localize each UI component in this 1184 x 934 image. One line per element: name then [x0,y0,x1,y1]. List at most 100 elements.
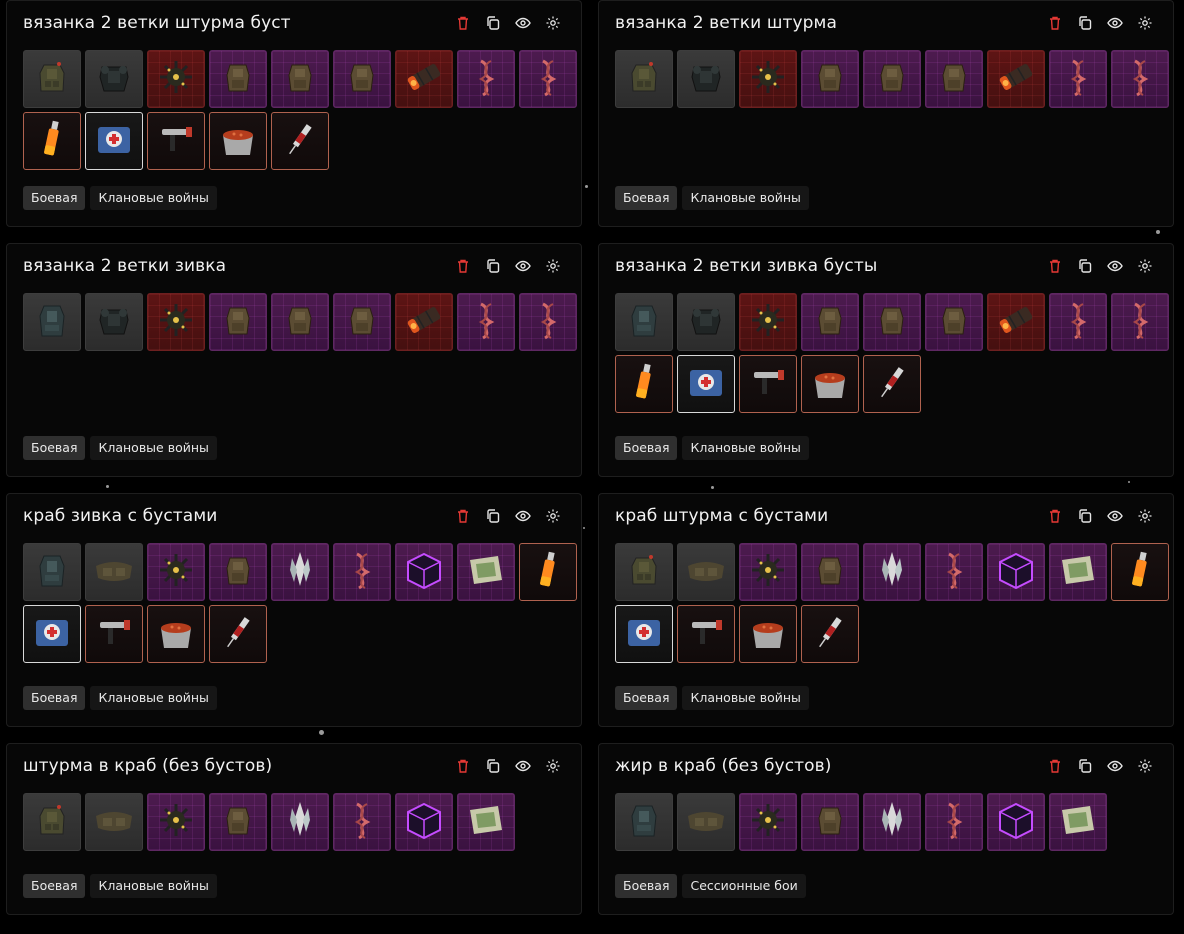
item-slot[interactable] [271,793,329,851]
item-slot[interactable] [271,293,329,351]
item-slot[interactable] [209,793,267,851]
eye-icon[interactable] [515,258,531,274]
delete-icon[interactable] [1047,508,1063,524]
item-slot[interactable] [1111,50,1169,108]
item-slot[interactable] [271,112,329,170]
item-slot[interactable] [863,50,921,108]
item-slot[interactable] [739,605,797,663]
tag-mode[interactable]: Боевая [615,874,678,898]
item-slot[interactable] [147,293,205,351]
tag-mode[interactable]: Боевая [23,686,86,710]
item-slot[interactable] [23,112,81,170]
item-slot[interactable] [1111,543,1169,601]
item-slot[interactable] [147,112,205,170]
item-slot[interactable] [925,50,983,108]
item-slot[interactable] [615,50,673,108]
copy-icon[interactable] [1077,258,1093,274]
item-slot[interactable] [925,793,983,851]
settings-gear-icon[interactable] [1137,508,1153,524]
item-slot[interactable] [863,543,921,601]
settings-gear-icon[interactable] [545,508,561,524]
item-slot[interactable] [457,50,515,108]
item-slot[interactable] [457,543,515,601]
item-slot[interactable] [677,293,735,351]
item-slot[interactable] [801,50,859,108]
item-slot[interactable] [739,293,797,351]
settings-gear-icon[interactable] [545,258,561,274]
item-slot[interactable] [987,793,1045,851]
copy-icon[interactable] [485,258,501,274]
eye-icon[interactable] [1107,508,1123,524]
item-slot[interactable] [457,793,515,851]
delete-icon[interactable] [1047,258,1063,274]
item-slot[interactable] [739,355,797,413]
settings-gear-icon[interactable] [1137,758,1153,774]
item-slot[interactable] [615,543,673,601]
item-slot[interactable] [519,543,577,601]
item-slot[interactable] [615,355,673,413]
delete-icon[interactable] [455,758,471,774]
copy-icon[interactable] [1077,15,1093,31]
item-slot[interactable] [739,543,797,601]
item-slot[interactable] [801,293,859,351]
delete-icon[interactable] [455,15,471,31]
item-slot[interactable] [333,293,391,351]
tag-category[interactable]: Клановые войны [90,436,217,460]
item-slot[interactable] [863,793,921,851]
item-slot[interactable] [801,543,859,601]
item-slot[interactable] [333,793,391,851]
settings-gear-icon[interactable] [1137,258,1153,274]
tag-mode[interactable]: Боевая [615,436,678,460]
tag-category[interactable]: Клановые войны [90,874,217,898]
item-slot[interactable] [395,793,453,851]
item-slot[interactable] [863,293,921,351]
tag-category[interactable]: Клановые войны [682,186,809,210]
item-slot[interactable] [615,293,673,351]
item-slot[interactable] [23,50,81,108]
item-slot[interactable] [1049,50,1107,108]
tag-category[interactable]: Клановые войны [682,436,809,460]
eye-icon[interactable] [1107,758,1123,774]
item-slot[interactable] [739,50,797,108]
item-slot[interactable] [677,793,735,851]
item-slot[interactable] [271,543,329,601]
item-slot[interactable] [85,50,143,108]
item-slot[interactable] [395,293,453,351]
item-slot[interactable] [23,293,81,351]
item-slot[interactable] [147,605,205,663]
copy-icon[interactable] [485,508,501,524]
settings-gear-icon[interactable] [1137,15,1153,31]
copy-icon[interactable] [1077,758,1093,774]
item-slot[interactable] [85,112,143,170]
copy-icon[interactable] [485,758,501,774]
item-slot[interactable] [209,605,267,663]
item-slot[interactable] [333,50,391,108]
item-slot[interactable] [1049,793,1107,851]
item-slot[interactable] [925,543,983,601]
item-slot[interactable] [395,50,453,108]
eye-icon[interactable] [515,758,531,774]
item-slot[interactable] [615,793,673,851]
item-slot[interactable] [987,293,1045,351]
item-slot[interactable] [677,50,735,108]
item-slot[interactable] [801,793,859,851]
item-slot[interactable] [801,605,859,663]
item-slot[interactable] [85,793,143,851]
item-slot[interactable] [85,543,143,601]
eye-icon[interactable] [1107,15,1123,31]
copy-icon[interactable] [485,15,501,31]
item-slot[interactable] [987,543,1045,601]
item-slot[interactable] [457,293,515,351]
item-slot[interactable] [519,293,577,351]
delete-icon[interactable] [455,258,471,274]
item-slot[interactable] [1111,293,1169,351]
tag-category[interactable]: Сессионные бои [682,874,806,898]
tag-category[interactable]: Клановые войны [90,686,217,710]
item-slot[interactable] [147,543,205,601]
eye-icon[interactable] [515,508,531,524]
item-slot[interactable] [23,605,81,663]
item-slot[interactable] [519,50,577,108]
tag-mode[interactable]: Боевая [615,186,678,210]
item-slot[interactable] [1049,293,1107,351]
item-slot[interactable] [147,793,205,851]
